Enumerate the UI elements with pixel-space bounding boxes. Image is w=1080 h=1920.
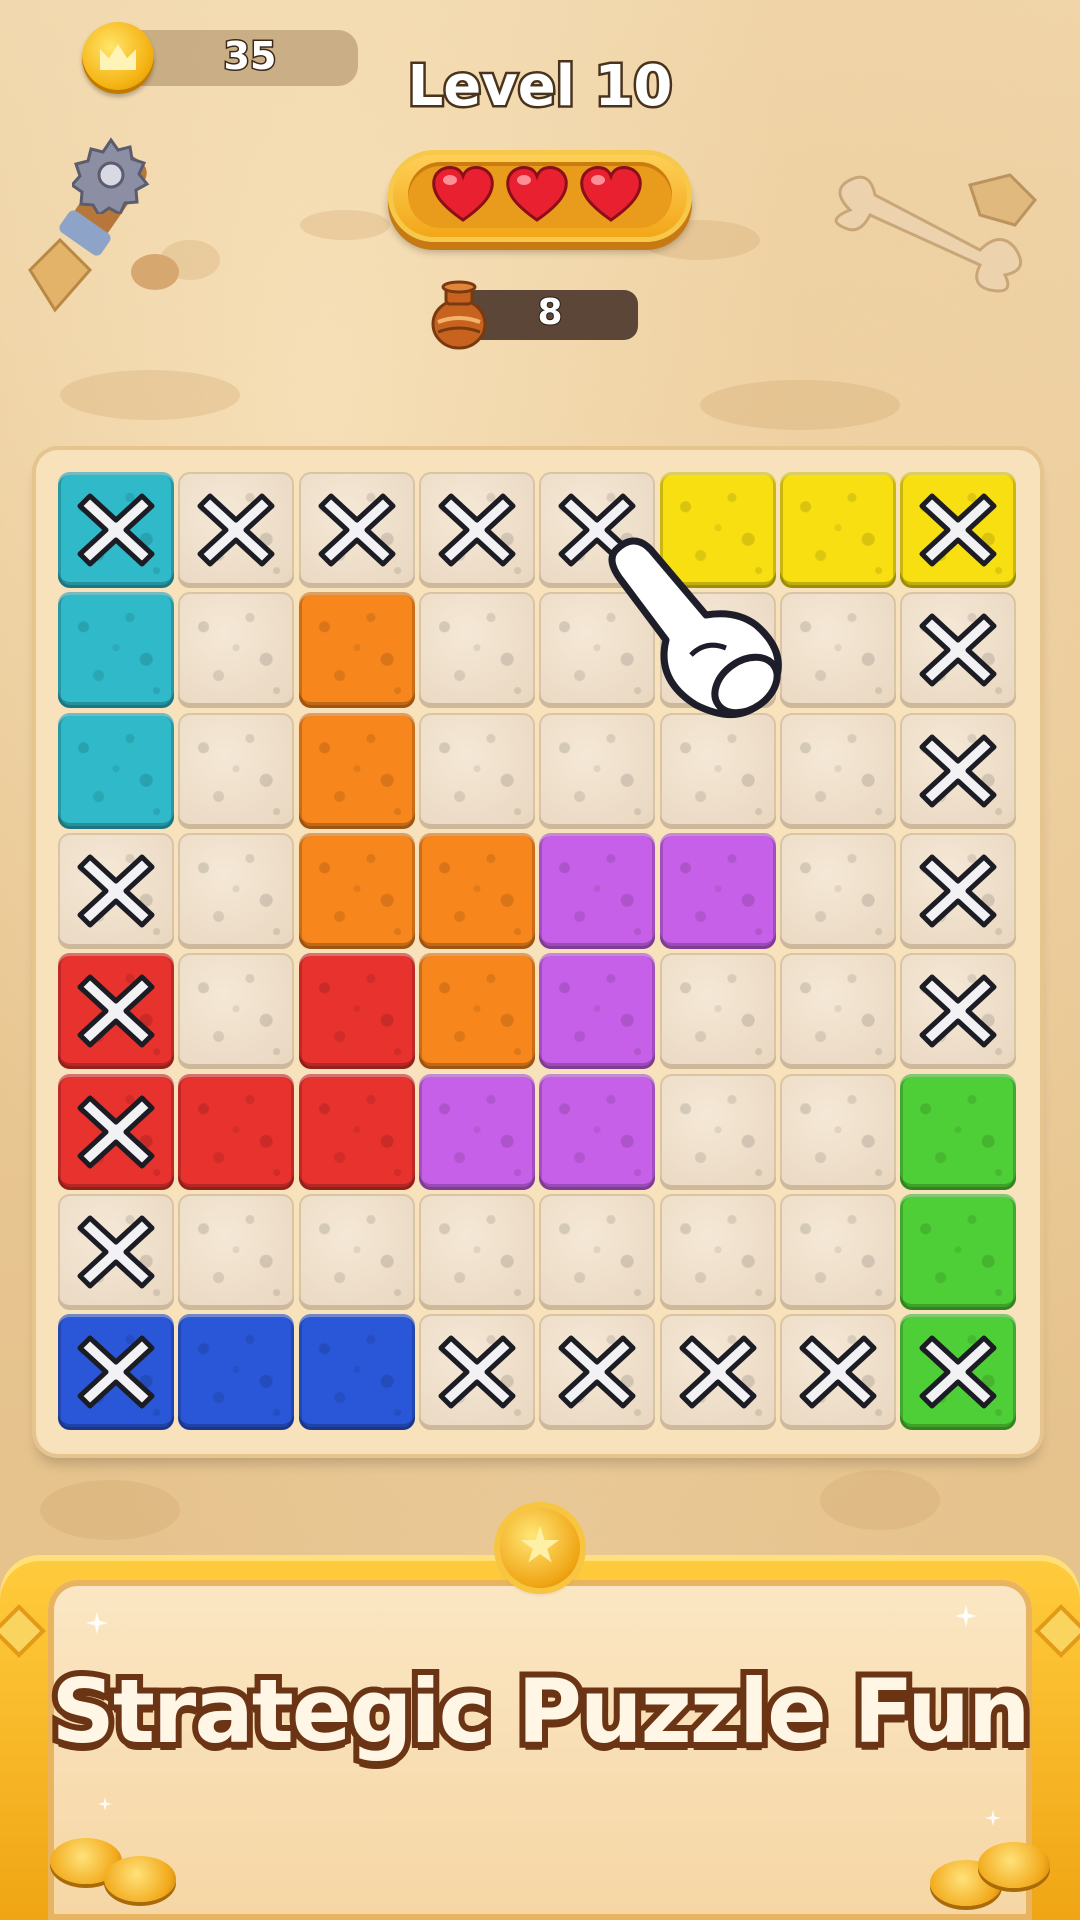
board-cell[interactable] bbox=[178, 1073, 295, 1190]
banner-title: Strategic Puzzle Fun bbox=[45, 1654, 1036, 1769]
board-cell[interactable] bbox=[298, 592, 415, 709]
board-cell[interactable] bbox=[779, 472, 896, 588]
board-cell[interactable] bbox=[298, 1314, 415, 1431]
board-cell[interactable] bbox=[779, 832, 896, 949]
board-cell[interactable] bbox=[418, 1314, 535, 1431]
x-mark-icon bbox=[918, 851, 998, 931]
board-cell[interactable] bbox=[178, 712, 295, 829]
board-cell[interactable] bbox=[539, 832, 656, 949]
board-cell[interactable] bbox=[779, 1073, 896, 1190]
sand-ripple bbox=[60, 370, 240, 420]
board-cell[interactable] bbox=[58, 953, 174, 1070]
board-cell[interactable] bbox=[178, 592, 295, 709]
board-cell[interactable] bbox=[298, 472, 415, 588]
x-mark-icon bbox=[918, 731, 998, 811]
x-mark-icon bbox=[437, 490, 517, 570]
x-mark-icon bbox=[678, 1332, 758, 1412]
gear-icon bbox=[69, 137, 150, 218]
board-cell[interactable] bbox=[659, 832, 776, 949]
board-cell[interactable] bbox=[900, 1314, 1017, 1431]
board-cell[interactable] bbox=[539, 1193, 656, 1310]
gold-coin-icon bbox=[104, 1856, 176, 1902]
x-mark-icon bbox=[196, 490, 276, 570]
board-cell[interactable] bbox=[418, 953, 535, 1070]
board-cell[interactable] bbox=[659, 953, 776, 1070]
board-cell[interactable] bbox=[900, 472, 1017, 588]
board-cell[interactable] bbox=[659, 1193, 776, 1310]
board-cell[interactable] bbox=[298, 1193, 415, 1310]
board-cell[interactable] bbox=[900, 1193, 1017, 1310]
board-cell[interactable] bbox=[298, 1073, 415, 1190]
board-cell[interactable] bbox=[539, 1073, 656, 1190]
puzzle-board[interactable] bbox=[58, 472, 1020, 1434]
gold-coin-icon bbox=[978, 1842, 1050, 1888]
board-cell[interactable] bbox=[539, 953, 656, 1070]
board-cell[interactable] bbox=[779, 1314, 896, 1431]
heart-icon bbox=[430, 164, 496, 224]
x-mark-icon bbox=[918, 490, 998, 570]
x-mark-icon bbox=[76, 851, 156, 931]
board-cell[interactable] bbox=[178, 832, 295, 949]
board-cell[interactable] bbox=[418, 832, 535, 949]
board-cell[interactable] bbox=[58, 832, 174, 949]
board-cell[interactable] bbox=[900, 832, 1017, 949]
board-cell[interactable] bbox=[58, 1193, 174, 1310]
board-cell[interactable] bbox=[900, 712, 1017, 829]
board-cell[interactable] bbox=[779, 953, 896, 1070]
board-cell[interactable] bbox=[779, 712, 896, 829]
sand-ripple bbox=[700, 380, 900, 430]
board-cell[interactable] bbox=[58, 1073, 174, 1190]
x-mark-icon bbox=[76, 490, 156, 570]
board-cell[interactable] bbox=[178, 1193, 295, 1310]
board-cell[interactable] bbox=[418, 712, 535, 829]
board-cell[interactable] bbox=[58, 592, 174, 709]
level-title: Level 10 bbox=[405, 52, 675, 122]
x-mark-icon bbox=[798, 1332, 878, 1412]
heart-icon bbox=[578, 164, 644, 224]
x-mark-icon bbox=[918, 1332, 998, 1412]
board-cell[interactable] bbox=[900, 1073, 1017, 1190]
board-cell[interactable] bbox=[418, 592, 535, 709]
x-mark-icon bbox=[437, 1332, 517, 1412]
board-cell[interactable] bbox=[418, 472, 535, 588]
board-cell[interactable] bbox=[418, 1073, 535, 1190]
board-cell[interactable] bbox=[298, 832, 415, 949]
board-cell[interactable] bbox=[900, 592, 1017, 709]
pointing-hand-icon bbox=[596, 530, 796, 730]
x-mark-icon bbox=[918, 971, 998, 1051]
board-cell[interactable] bbox=[298, 953, 415, 1070]
board-cell[interactable] bbox=[659, 1314, 776, 1431]
board-cell[interactable] bbox=[58, 472, 174, 588]
board-cell[interactable] bbox=[900, 953, 1017, 1070]
x-mark-icon bbox=[557, 1332, 637, 1412]
x-mark-icon bbox=[317, 490, 397, 570]
board-cell[interactable] bbox=[58, 712, 174, 829]
pot-count: 8 bbox=[536, 291, 563, 334]
x-mark-icon bbox=[76, 971, 156, 1051]
board-cell[interactable] bbox=[659, 1073, 776, 1190]
x-mark-icon bbox=[918, 610, 998, 690]
board-cell[interactable] bbox=[779, 592, 896, 709]
board-cell[interactable] bbox=[58, 1314, 174, 1431]
board-cell[interactable] bbox=[779, 1193, 896, 1310]
fossil-claw bbox=[820, 1470, 940, 1530]
settings-button[interactable] bbox=[69, 136, 150, 218]
bone-decoration bbox=[820, 160, 1050, 300]
sand-ripple bbox=[300, 210, 390, 240]
fossil-shell bbox=[40, 1480, 180, 1540]
x-mark-icon bbox=[76, 1092, 156, 1172]
board-cell[interactable] bbox=[298, 712, 415, 829]
board-cell[interactable] bbox=[178, 1314, 295, 1431]
x-mark-icon bbox=[76, 1212, 156, 1292]
board-cell[interactable] bbox=[418, 1193, 535, 1310]
board-cell[interactable] bbox=[539, 1314, 656, 1431]
heart-icon bbox=[504, 164, 570, 224]
board-cell[interactable] bbox=[178, 953, 295, 1070]
clay-pot-icon bbox=[426, 278, 492, 350]
board-cell[interactable] bbox=[178, 472, 295, 588]
x-mark-icon bbox=[76, 1332, 156, 1412]
